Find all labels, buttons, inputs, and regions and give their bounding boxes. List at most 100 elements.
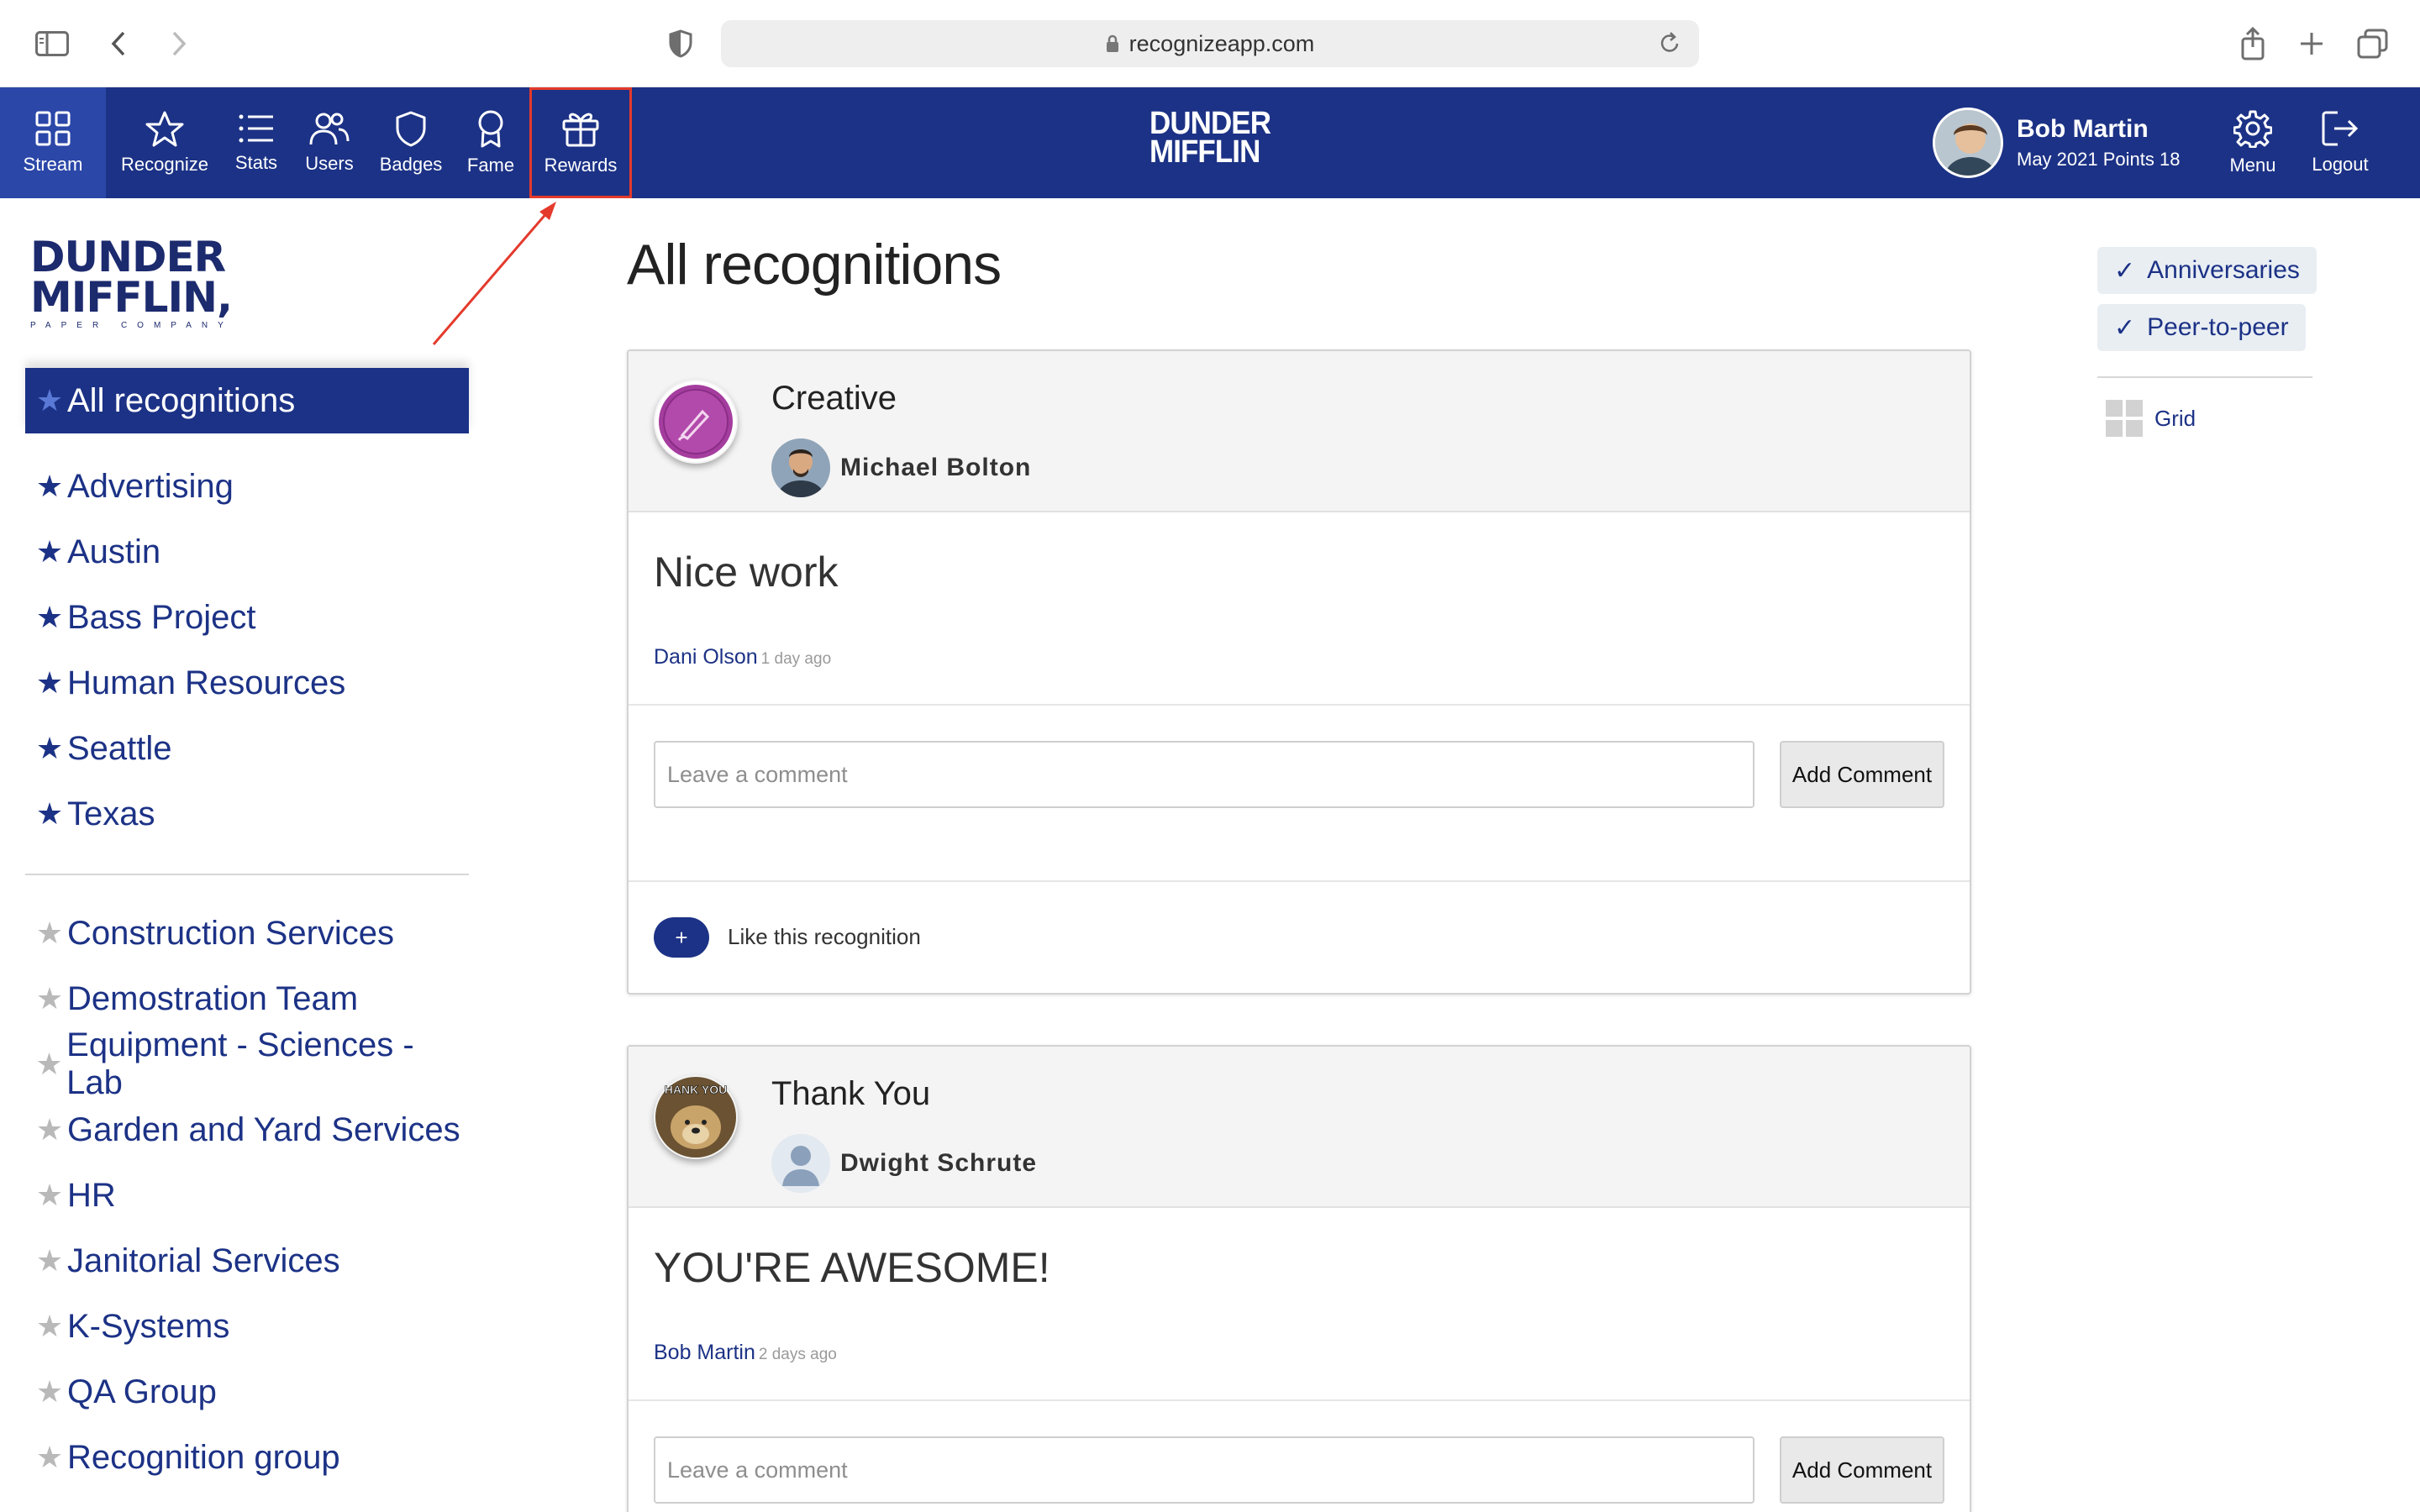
badge-title[interactable]: Creative (771, 380, 897, 417)
sidebar-item-bass-project[interactable]: ★ Bass Project (25, 585, 469, 650)
like-label[interactable]: Like this recognition (728, 924, 921, 950)
logo-line: DUNDER (30, 233, 226, 281)
tab-overview-icon[interactable] (2356, 24, 2390, 64)
sidebar-item-k-systems[interactable]: ★ K-Systems (25, 1294, 469, 1359)
star-icon[interactable]: ★ (35, 1243, 64, 1278)
comment-input[interactable]: Leave a comment (654, 741, 1754, 808)
recognition-message: Nice work Dani Olson 1 day ago (629, 512, 1970, 706)
new-tab-icon[interactable] (2297, 24, 2326, 64)
forward-icon[interactable] (166, 24, 192, 64)
add-comment-button[interactable]: Add Comment (1780, 741, 1944, 808)
sidebar-item-label: Janitorial Services (67, 1242, 340, 1279)
card-header: Creative Michael Bolton (629, 351, 1970, 512)
sidebar-item-demostration-team[interactable]: ★ Demostration Team (25, 966, 469, 1032)
recognition-card: Creative Michael Bolton Nice work Dani O… (627, 349, 1971, 995)
filter-anniversaries[interactable]: ✓ Anniversaries (2097, 247, 2317, 294)
nav-stream[interactable]: Stream (0, 87, 106, 198)
list-icon (239, 114, 273, 143)
star-icon[interactable]: ★ (35, 981, 64, 1016)
nav-recognize[interactable]: Recognize (113, 87, 217, 198)
message-text: YOU'RE AWESOME! (654, 1244, 1050, 1291)
reload-icon[interactable] (1659, 30, 1682, 61)
recipient[interactable]: Dwight Schrute (771, 1134, 1037, 1193)
sidebar-item-label: Garden and Yard Services (67, 1110, 460, 1148)
avatar (771, 438, 830, 497)
time-ago: 2 days ago (758, 1346, 837, 1363)
sidebar-item-label: Advertising (67, 467, 234, 505)
thank-you-badge-icon[interactable]: HANK YOU (654, 1075, 738, 1159)
time-ago: 1 day ago (760, 650, 832, 668)
logo-line: MIFFLIN, (30, 273, 233, 322)
sidebar-item-janitorial-services[interactable]: ★ Janitorial Services (25, 1228, 469, 1294)
like-row: + Like this recognition (629, 882, 1970, 993)
star-icon: ★ (35, 534, 64, 569)
sidebar-toggle-icon[interactable] (34, 24, 71, 64)
sidebar-item-hr[interactable]: ★ HR (25, 1163, 469, 1228)
comment-input[interactable]: Leave a comment (654, 1436, 1754, 1504)
grid-icon (35, 111, 71, 146)
sidebar-item-garden-and-yard-services[interactable]: ★ Garden and Yard Services (25, 1097, 469, 1163)
privacy-shield-icon[interactable] (667, 24, 694, 64)
sidebar-item-recognition-group[interactable]: ★ Recognition group (25, 1425, 469, 1490)
share-icon[interactable] (2238, 24, 2267, 64)
nav-label: Stream (23, 154, 83, 175)
star-icon[interactable]: ★ (35, 1440, 64, 1475)
sidebar-item-equipment-sciences-lab[interactable]: ★ Equipment - Sciences - Lab (25, 1026, 469, 1101)
recognition-card: HANK YOU Thank You Dwight Schrute YOU'RE… (627, 1045, 1971, 1512)
sidebar-item-label: QA Group (67, 1373, 217, 1410)
url-text: recognizeapp.com (1128, 30, 1315, 56)
badge-image-text: HANK YOU (665, 1083, 727, 1096)
star-icon[interactable]: ★ (35, 1374, 64, 1410)
nav-fame[interactable]: Fame (460, 87, 521, 198)
current-user[interactable]: Bob Martin May 2021 Points 18 (1933, 87, 2180, 198)
badge-title[interactable]: Thank You (771, 1075, 930, 1113)
creative-badge-icon[interactable] (654, 380, 738, 464)
user-name: Bob Martin (2017, 115, 2149, 143)
user-points: May 2021 Points 18 (2017, 149, 2181, 170)
star-icon[interactable]: ★ (35, 916, 64, 951)
avatar (1933, 108, 2003, 178)
sidebar-item-all-recognitions[interactable]: ★ All recognitions (25, 368, 469, 433)
nav-label: Recognize (121, 154, 208, 175)
grid-view-toggle[interactable]: Grid (2106, 400, 2196, 437)
back-icon[interactable] (106, 24, 131, 64)
team-filter-list: ★ All recognitions ★ Advertising ★ Austin … (25, 368, 469, 1490)
like-button[interactable]: + (654, 917, 709, 958)
nav-badges[interactable]: Badges (375, 87, 447, 198)
star-icon[interactable]: ★ (35, 1309, 64, 1344)
sidebar-item-austin[interactable]: ★ Austin (25, 519, 469, 585)
grid-label: Grid (2154, 405, 2196, 431)
sender-link[interactable]: Bob Martin (654, 1341, 755, 1364)
sidebar-item-label: Texas (67, 795, 155, 832)
sidebar-item-construction-services[interactable]: ★ Construction Services (25, 900, 469, 966)
nav-menu[interactable]: Menu (2215, 87, 2291, 198)
recipient[interactable]: Michael Bolton (771, 438, 1031, 497)
sender-link[interactable]: Dani Olson (654, 645, 758, 669)
sidebar-item-texas[interactable]: ★ Texas (25, 781, 469, 847)
page-title: All recognitions (627, 233, 1002, 297)
gear-icon (2233, 110, 2272, 148)
address-bar[interactable]: recognizeapp.com (721, 20, 1699, 67)
sidebar-item-label: Demostration Team (67, 979, 359, 1017)
nav-stats[interactable]: Stats (227, 87, 286, 198)
sidebar-item-qa-group[interactable]: ★ QA Group (25, 1359, 469, 1425)
rail-divider (2097, 376, 2312, 378)
star-icon[interactable]: ★ (35, 1178, 64, 1213)
header-logo[interactable]: DUNDER MIFFLIN (1150, 108, 1273, 170)
nav-label: Users (305, 153, 354, 174)
star-icon[interactable]: ★ (35, 1112, 64, 1147)
star-icon: ★ (35, 665, 64, 700)
sidebar-item-human-resources[interactable]: ★ Human Resources (25, 650, 469, 716)
nav-logout[interactable]: Logout (2302, 87, 2378, 198)
add-comment-button[interactable]: Add Comment (1780, 1436, 1944, 1504)
star-icon[interactable]: ★ (35, 1047, 63, 1082)
nav-label: Badges (379, 154, 443, 175)
sidebar-item-advertising[interactable]: ★ Advertising (25, 454, 469, 519)
users-icon (309, 113, 350, 145)
award-icon (478, 110, 503, 148)
nav-users[interactable]: Users (297, 87, 361, 198)
sidebar-item-seattle[interactable]: ★ Seattle (25, 716, 469, 781)
star-icon: ★ (35, 469, 64, 503)
filter-peer-to-peer[interactable]: ✓ Peer-to-peer (2097, 304, 2306, 351)
logo-line: MIFFLIN (1150, 134, 1260, 170)
